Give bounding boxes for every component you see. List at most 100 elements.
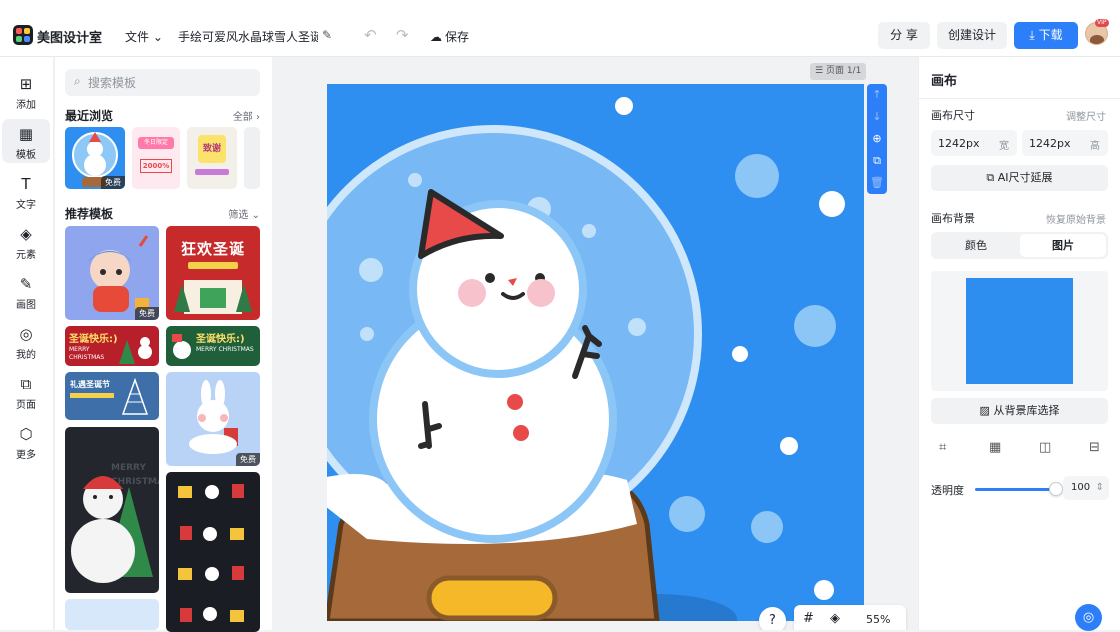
recent2-title: 冬日限定 xyxy=(138,137,174,149)
ai-resize-button[interactable]: ⧉ AI尺寸延展 xyxy=(931,165,1108,191)
brand-name[interactable]: 美图设计室 xyxy=(37,27,102,46)
recent2-price: 2000% xyxy=(140,159,172,173)
add-page-icon[interactable]: ⊕ xyxy=(867,128,887,150)
nav-item-text[interactable]: T 文字 xyxy=(2,169,50,213)
recent-template-1[interactable]: 免费 xyxy=(65,127,125,189)
recent-all-link[interactable]: 全部 › xyxy=(233,108,260,123)
template-card-2[interactable]: 狂欢圣诞 xyxy=(166,226,260,320)
flip-horizontal-icon[interactable]: ◫ xyxy=(1039,440,1051,455)
search-input[interactable] xyxy=(88,69,253,96)
divider xyxy=(919,98,1120,99)
create-design-button[interactable]: 创建设计 xyxy=(937,22,1007,49)
free-badge: 免费 xyxy=(101,176,125,189)
canvas-bottom-bar: # ◈ 55% xyxy=(794,605,906,630)
free-badge: 免费 xyxy=(236,453,260,466)
pattern-icon: ▨ xyxy=(979,404,990,417)
template-search[interactable]: ⌕ xyxy=(65,69,260,96)
nav-item-pages[interactable]: ⧉ 页面 xyxy=(2,369,50,413)
save-label: 保存 xyxy=(445,30,470,44)
template-card-5[interactable]: 礼遇圣诞节 xyxy=(65,372,159,420)
template-card-8[interactable] xyxy=(166,472,260,632)
duplicate-page-icon[interactable]: ⧉ xyxy=(867,150,887,172)
template-card-4[interactable]: 圣诞快乐:) MERRY CHRISTMAS xyxy=(166,326,260,366)
nav-label: 添加 xyxy=(16,100,36,111)
save-button[interactable]: ☁ 保存 xyxy=(430,28,469,45)
gift-snowman-illustration xyxy=(172,334,191,359)
share-button[interactable]: 分 享 xyxy=(878,22,930,49)
recent-template-2[interactable]: 冬日限定 2000% xyxy=(132,127,180,189)
bg-preview[interactable] xyxy=(931,271,1108,391)
move-up-icon[interactable]: ↑ xyxy=(867,84,887,106)
opacity-slider-knob[interactable] xyxy=(1049,482,1063,496)
chevron-down-icon: ⌄ xyxy=(251,210,260,221)
template-card-9[interactable] xyxy=(65,599,159,630)
file-menu[interactable]: 文件 ⌄ xyxy=(125,28,163,45)
zoom-level[interactable]: 55% xyxy=(866,613,890,626)
ai-resize-icon: ⧉ xyxy=(986,171,995,184)
nav-label: 元素 xyxy=(16,250,36,261)
pages-icon: ⧉ xyxy=(20,375,32,393)
grid-icon[interactable]: # xyxy=(803,611,814,626)
bg-library-button[interactable]: ▨ 从背景库选择 xyxy=(931,398,1108,424)
canvas-size-label: 画布尺寸 xyxy=(931,109,975,122)
page-indicator[interactable]: ☰ 页面 1/1 xyxy=(810,63,867,80)
nav-item-mine[interactable]: ◎ 我的 xyxy=(2,319,50,363)
nav-item-more[interactable]: ⬡ 更多 xyxy=(2,419,50,463)
recent-title: 最近浏览 xyxy=(65,109,114,123)
left-nav: ⊞ 添加 ▦ 模板 T 文字 ◈ 元素 ✎ 画图 ◎ 我的 ⧉ 页面 ⬡ 更多 xyxy=(0,57,54,630)
nav-label: 更多 xyxy=(16,450,36,461)
artboard[interactable] xyxy=(327,84,864,621)
layers-icon[interactable]: ◈ xyxy=(830,611,840,626)
template-card-7[interactable]: MERRY CHRISTMAS xyxy=(65,427,159,593)
move-down-icon[interactable]: ↓ xyxy=(867,106,887,128)
help-button[interactable]: ? xyxy=(759,607,786,630)
download-button[interactable]: ⤓ 下载 xyxy=(1014,22,1078,49)
tab-image[interactable]: 图片 xyxy=(1020,234,1106,257)
delete-page-icon[interactable]: 🗑 xyxy=(867,172,887,194)
opacity-slider-track[interactable] xyxy=(975,488,1055,491)
opacity-input[interactable]: 100 ⇕ xyxy=(1063,476,1109,500)
add-icon: ⊞ xyxy=(19,75,33,93)
page-indicator-label: 页面 1/1 xyxy=(825,66,862,76)
filter-link[interactable]: 筛选 ⌄ xyxy=(228,206,260,221)
recent-template-4[interactable] xyxy=(244,127,260,189)
template-card-1[interactable]: 免费 xyxy=(65,226,159,320)
tab-color[interactable]: 颜色 xyxy=(933,234,1019,257)
width-value: 1242px xyxy=(938,137,980,150)
restore-bg-link[interactable]: 恢复原始背景 xyxy=(1046,211,1106,226)
canvas-area: ☰ 页面 1/1 ↑ ↓ ⊕ ⧉ 🗑 ? # ◈ 55% xyxy=(272,57,918,630)
nav-item-draw[interactable]: ✎ 画图 xyxy=(2,269,50,313)
template-card-3[interactable]: 圣诞快乐:) MERRY CHRISTMAS xyxy=(65,326,159,366)
undo-icon[interactable]: ↶ xyxy=(364,26,377,44)
recent-template-3[interactable]: 致谢 xyxy=(187,127,237,189)
crop-icon[interactable]: ⌗ xyxy=(939,440,946,455)
assistant-icon[interactable]: ◎ xyxy=(1075,604,1102,631)
adjust-size-link[interactable]: 调整尺寸 xyxy=(1066,108,1106,123)
width-unit: 宽 xyxy=(999,141,1009,152)
snow-globe-snowman-artwork xyxy=(327,84,864,621)
template-card-6[interactable]: 免费 xyxy=(166,372,260,466)
opacity-label: 透明度 xyxy=(931,484,964,497)
brand-logo-icon[interactable] xyxy=(13,25,33,45)
nav-item-elements[interactable]: ◈ 元素 xyxy=(2,219,50,263)
vip-badge: VIP xyxy=(1095,19,1109,27)
bg-type-toggle: 颜色 图片 xyxy=(931,232,1108,259)
stepper-icon[interactable]: ⇕ xyxy=(1096,476,1104,500)
edit-title-icon[interactable]: ✎ xyxy=(322,28,332,42)
template-icon: ▦ xyxy=(18,125,34,143)
redo-icon[interactable]: ↷ xyxy=(396,26,409,44)
image-filter-icon[interactable]: ▦ xyxy=(989,440,1001,455)
file-menu-label: 文件 xyxy=(125,30,150,44)
document-title[interactable]: 手绘可爱风水晶球雪人圣诞... xyxy=(178,28,318,45)
download-label: 下载 xyxy=(1038,28,1063,42)
nav-item-templates[interactable]: ▦ 模板 xyxy=(2,119,50,163)
flip-vertical-icon[interactable]: ⊟ xyxy=(1089,440,1100,455)
height-field[interactable]: 1242px 高 xyxy=(1022,130,1108,156)
nav-item-add[interactable]: ⊞ 添加 xyxy=(2,69,50,113)
christmas-shop-illustration xyxy=(174,280,252,314)
artboard-toolbar: ↑ ↓ ⊕ ⧉ 🗑 xyxy=(867,84,887,194)
width-field[interactable]: 1242px 宽 xyxy=(931,130,1017,156)
filter-label: 筛选 xyxy=(228,210,249,221)
pen-icon: ✎ xyxy=(19,275,33,293)
opacity-value: 100 xyxy=(1071,482,1091,493)
